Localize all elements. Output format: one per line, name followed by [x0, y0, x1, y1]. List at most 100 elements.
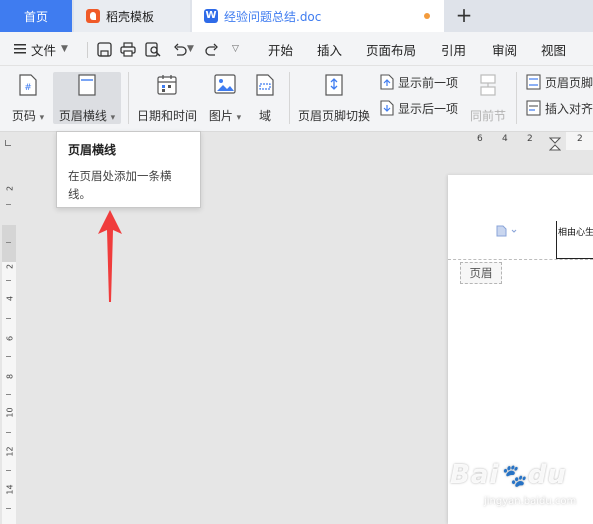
show-next-label: 显示后一项	[398, 101, 459, 116]
ruler-number: 2	[5, 263, 15, 270]
undo-dropdown-icon[interactable]: ▼	[187, 32, 194, 66]
show-previous-icon	[380, 74, 394, 90]
menu-item-review[interactable]: 审阅	[492, 32, 517, 66]
header-text[interactable]: 相由心生	[558, 225, 593, 238]
watermark-brand: Bai	[450, 460, 500, 490]
tab-template-store[interactable]: 稻壳模板	[74, 0, 190, 32]
header-footer-switch-label: 页眉页脚切换	[297, 109, 370, 123]
save-icon[interactable]	[94, 32, 114, 66]
field-button[interactable]: 域	[252, 72, 278, 124]
ruler-corner-icon	[5, 140, 11, 146]
ruler-number: 12	[5, 446, 15, 457]
ruler-tick	[6, 242, 11, 243]
word-doc-icon: W	[204, 9, 218, 23]
header-footer-options-label: 页眉页脚	[545, 75, 593, 90]
divider	[128, 72, 129, 124]
calendar-icon	[157, 75, 177, 95]
indent-marker-icon[interactable]	[549, 137, 561, 151]
ruler-number: 4	[502, 134, 508, 144]
ruler-tick	[6, 204, 11, 205]
divider	[87, 42, 88, 58]
picture-button[interactable]: 图片 ▾	[206, 72, 244, 124]
ruler-number: 6	[477, 134, 483, 144]
insert-align-tab-button[interactable]: 插入对齐	[526, 97, 593, 119]
page-number-button[interactable]: # 页码 ▾	[8, 72, 48, 124]
menu-item-references[interactable]: 引用	[441, 32, 466, 66]
watermark-brand-suffix: du	[527, 460, 567, 490]
header-footer-switch-button[interactable]: 页眉页脚切换	[296, 72, 372, 124]
file-menu-button[interactable]: 文件 ▼	[14, 32, 68, 66]
ruler-number: 2	[577, 134, 583, 144]
ruler-tick	[6, 432, 11, 433]
ruler-number: 14	[5, 484, 15, 495]
tab-document-label: 经验问题总结.doc	[224, 9, 322, 24]
ruler-tick	[6, 280, 11, 281]
tooltip-description: 在页眉处添加一条横线。	[68, 169, 172, 201]
tab-bar: 首页 稻壳模板 W 经验问题总结.doc +	[0, 0, 593, 32]
page-number-label: 页码	[11, 109, 36, 123]
paw-icon: 🐾	[499, 464, 528, 489]
insert-align-tab-icon	[526, 100, 541, 116]
ruler-tick	[6, 318, 11, 319]
ruler-number: 10	[5, 407, 15, 418]
menu-item-insert[interactable]: 插入	[317, 32, 342, 66]
ruler-number: 8	[5, 373, 15, 380]
ruler-tick	[6, 356, 11, 357]
redo-icon[interactable]	[202, 32, 222, 66]
header-footer-options-icon	[526, 74, 541, 90]
tooltip-title: 页眉横线	[68, 143, 117, 157]
ribbon: # 页码 ▾ 页眉横线 ▾ 日期和时间 图片 ▾ 域 页眉页脚切换 显示前一项 …	[0, 66, 593, 132]
ruler-tick	[6, 394, 11, 395]
print-icon[interactable]	[118, 32, 138, 66]
hamburger-icon	[14, 44, 26, 54]
red-arrow-annotation	[98, 210, 122, 302]
baidu-watermark: Bai🐾du jingyan.baidu.com	[450, 460, 576, 507]
page-number-icon: #	[19, 74, 37, 96]
field-icon	[256, 74, 274, 96]
date-time-button[interactable]: 日期和时间	[134, 72, 200, 124]
show-previous-label: 显示前一项	[398, 75, 459, 90]
tab-template-label: 稻壳模板	[106, 9, 155, 24]
unsaved-indicator-icon	[424, 13, 430, 19]
menu-item-page-layout[interactable]: 页面布局	[366, 32, 416, 66]
field-label: 域	[258, 109, 271, 123]
print-preview-icon[interactable]	[143, 32, 163, 66]
divider	[289, 72, 290, 124]
quick-access-dropdown-icon[interactable]: ▽	[232, 32, 239, 66]
picture-icon	[214, 74, 236, 94]
ruler-tick	[6, 470, 11, 471]
ruler-header-area	[2, 225, 16, 262]
header-line-tooltip: 页眉横线 在页眉处添加一条横线。	[56, 131, 201, 208]
header-line-label: 页眉横线	[58, 109, 107, 123]
new-tab-button[interactable]: +	[452, 4, 476, 28]
template-store-logo-icon	[86, 9, 100, 23]
header-footer-options-button[interactable]: 页眉页脚	[526, 71, 593, 93]
menu-item-view[interactable]: 视图	[541, 32, 566, 66]
same-as-previous-icon	[480, 74, 496, 96]
picture-label: 图片	[208, 109, 233, 123]
vertical-ruler[interactable]: 2 2 4 6 8 10 12 14	[0, 150, 18, 524]
same-as-previous-button[interactable]: 同前节	[468, 72, 508, 124]
chevron-down-icon: ▼	[61, 44, 68, 54]
show-next-icon	[380, 100, 394, 116]
show-next-button[interactable]: 显示后一项	[380, 97, 458, 119]
date-time-label: 日期和时间	[136, 109, 197, 123]
header-options-icon[interactable]	[496, 225, 518, 240]
svg-text:#: #	[24, 83, 32, 93]
header-line-button[interactable]: 页眉横线 ▾	[53, 72, 121, 124]
ruler-number: 2	[5, 185, 15, 192]
show-previous-button[interactable]: 显示前一项	[380, 71, 458, 93]
insert-align-tab-label: 插入对齐	[545, 101, 593, 116]
menu-bar: 文件 ▼ ▼ ▽ 开始 插入 页面布局 引用 审阅 视图	[0, 32, 593, 66]
header-tag: 页眉	[460, 262, 502, 284]
header-footer-switch-icon	[325, 74, 343, 96]
header-boundary-line	[448, 259, 593, 260]
ruler-number: 2	[527, 134, 533, 144]
tab-document[interactable]: W 经验问题总结.doc	[192, 0, 444, 32]
same-as-previous-label: 同前节	[469, 109, 506, 123]
menu-item-start[interactable]: 开始	[268, 32, 293, 66]
tab-home[interactable]: 首页	[0, 0, 72, 32]
ruler-tick	[6, 508, 11, 509]
ruler-number: 6	[5, 335, 15, 342]
file-menu-label: 文件	[31, 42, 57, 58]
